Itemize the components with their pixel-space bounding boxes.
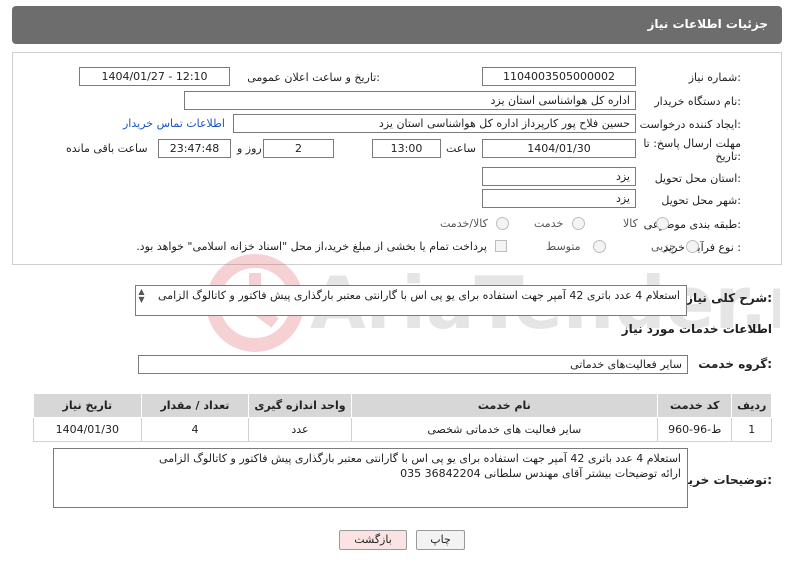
cell-need-date: 1404/01/30 (33, 417, 142, 442)
category-option-goods-service: کالا/خدمت (440, 217, 488, 230)
delivery-province-label: استان محل تحویل: (654, 172, 741, 185)
need-number-field[interactable]: 1104003505000002 (482, 67, 636, 86)
col-need-date: تاریخ نیاز (33, 393, 142, 418)
col-service-name: نام خدمت (350, 393, 658, 418)
print-button[interactable]: چاپ (416, 530, 465, 550)
table-row[interactable]: 1 ط-96-960 سایر فعالیت های خدماتی شخصی ع… (33, 417, 772, 442)
buyer-notes-line2: ارائه توضیحات بیشتر آقای مهندس سلطانی 36… (400, 467, 681, 480)
cell-row-number: 1 (731, 417, 772, 442)
announce-datetime-label: تاریخ و ساعت اعلان عمومی: (247, 71, 380, 84)
page-header: جزئیات اطلاعات نیاز (12, 6, 782, 44)
requester-field[interactable]: حسین فلاح پور کارپرداز اداره کل هواشناسی… (233, 114, 636, 133)
announce-datetime-field[interactable]: 1404/01/27 - 12:10 (79, 67, 230, 86)
buyer-notes-line1: استعلام 4 عدد باتری 42 آمپر جهت استفاده … (159, 452, 681, 465)
col-unit: واحد اندازه گیری (248, 393, 352, 418)
service-group-label: گروه خدمت: (698, 357, 772, 371)
deadline-days-field[interactable]: 2 (263, 139, 334, 158)
col-row-number: ردیف (731, 393, 772, 418)
services-section-title: اطلاعات خدمات مورد نیاز (621, 322, 772, 336)
summary-text: استعلام 4 عدد باتری 42 آمپر جهت استفاده … (158, 289, 680, 302)
summary-label: شرح کلی نیاز: (686, 291, 772, 305)
delivery-city-field[interactable]: یزد (482, 189, 636, 208)
cell-service-name: سایر فعالیت های خدماتی شخصی (350, 417, 658, 442)
cell-service-code: ط-96-960 (656, 417, 733, 442)
remaining-time-label: ساعت باقی مانده (66, 142, 148, 155)
buyer-org-field[interactable]: اداره کل هواشناسی استان یزد (184, 91, 636, 110)
delivery-city-label: شهر محل تحویل: (661, 194, 741, 207)
back-button[interactable]: بازگشت (339, 530, 407, 550)
remaining-time-field[interactable]: 23:47:48 (158, 139, 231, 158)
treasury-checkbox[interactable] (495, 240, 507, 252)
deadline-label: مهلت ارسال پاسخ: تا (643, 137, 741, 150)
buyer-notes-textarea[interactable]: استعلام 4 عدد باتری 42 آمپر جهت استفاده … (53, 448, 688, 508)
service-group-field[interactable]: سایر فعالیت‌های خدماتی (138, 355, 688, 374)
scroll-down-icon[interactable]: ▼ (137, 296, 146, 304)
delivery-province-field[interactable]: یزد (482, 167, 636, 186)
process-option-minor: جزیی (651, 240, 677, 253)
col-service-code: کد خدمت (656, 393, 733, 418)
process-option-medium: متوسط (546, 240, 581, 253)
deadline-days-label: روز و (237, 142, 262, 155)
category-radio-service[interactable] (572, 217, 585, 230)
process-radio-medium[interactable] (593, 240, 606, 253)
buyer-contact-link[interactable]: اطلاعات تماس خریدار (123, 117, 225, 130)
requester-label: ایجاد کننده درخواست: (639, 118, 741, 131)
need-number-label: شماره نیاز: (688, 71, 741, 84)
deadline-time-field[interactable]: 13:00 (372, 139, 441, 158)
deadline-date-field[interactable]: 1404/01/30 (482, 139, 636, 158)
services-table: ردیف کد خدمت نام خدمت واحد اندازه گیری ت… (33, 393, 772, 442)
summary-textarea[interactable]: استعلام 4 عدد باتری 42 آمپر جهت استفاده … (135, 285, 687, 316)
treasury-note: پرداخت تمام یا بخشی از مبلغ خرید،از محل … (136, 240, 487, 253)
deadline-label-date: تاریخ: (715, 150, 741, 163)
table-header-row: ردیف کد خدمت نام خدمت واحد اندازه گیری ت… (33, 393, 772, 418)
cell-quantity: 4 (140, 417, 250, 442)
category-radio-goods-service[interactable] (496, 217, 509, 230)
page-title: جزئیات اطلاعات نیاز (647, 17, 768, 31)
category-option-goods: کالا (623, 217, 638, 230)
col-quantity: تعداد / مقدار (140, 393, 250, 418)
cell-unit: عدد (248, 417, 352, 442)
buyer-org-label: نام دستگاه خریدار: (654, 95, 741, 108)
category-radio-goods[interactable] (656, 217, 669, 230)
deadline-time-label: ساعت (446, 142, 476, 155)
category-option-service: خدمت (534, 217, 564, 230)
process-radio-minor[interactable] (686, 240, 699, 253)
